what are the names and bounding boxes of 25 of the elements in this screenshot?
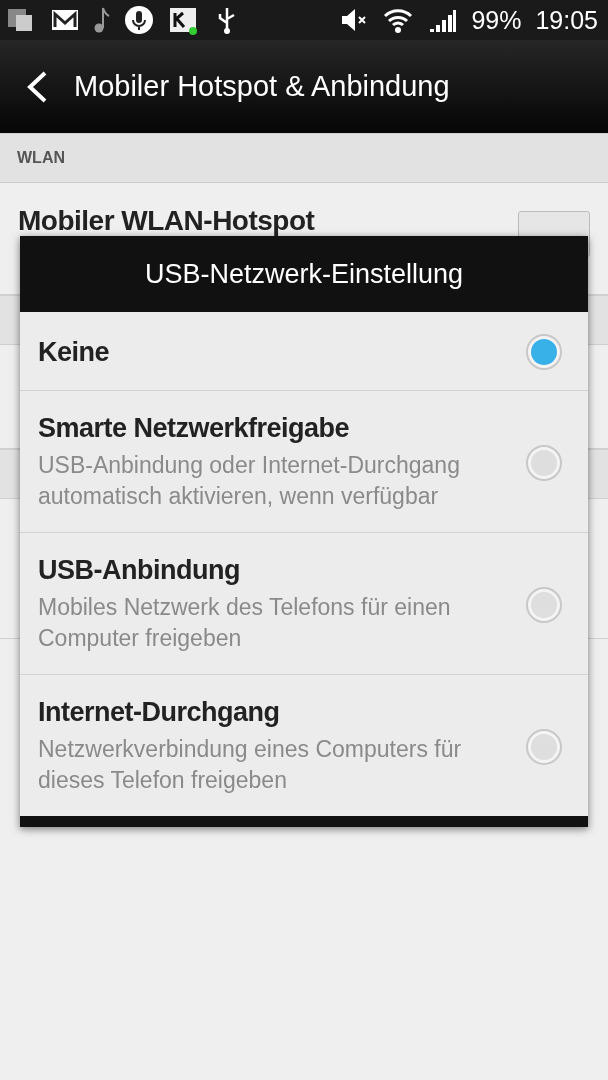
back-icon[interactable] — [26, 69, 48, 104]
radio-button[interactable] — [526, 586, 562, 623]
section-title: WLAN — [17, 149, 65, 167]
option-description: Netzwerkverbindung eines Computers für dieses Telefon freigeben — [38, 735, 463, 795]
dialog-title: USB-Netzwerk-Einstellung — [144, 258, 464, 290]
radio-button[interactable] — [526, 334, 562, 370]
option-title: USB-Anbindung — [38, 555, 241, 586]
option-row[interactable]: USB-Anbindung Mobiles Netzwerk des Telefons für einen Computer freigeben — [20, 533, 588, 675]
music-note-icon — [94, 7, 110, 33]
battery-level: 99% — [471, 5, 522, 35]
option-row[interactable]: Keine — [20, 312, 588, 391]
screen-title: Mobiler Hotspot & Anbindung — [74, 70, 450, 103]
option-title: Internet-Durchgang — [38, 697, 281, 728]
radio-button[interactable] — [526, 728, 562, 765]
option-row[interactable]: Internet-Durchgang Netzwerkverbindung eines Computers für dieses Telefon freigeben — [20, 675, 588, 816]
option-description: USB-Anbindung oder Internet-Durchgang automatisch aktivieren, wenn verfügbar — [38, 451, 461, 511]
app-icon — [168, 5, 198, 35]
microphone-icon — [124, 5, 154, 35]
setting-title: Mobiler WLAN-Hotspot — [18, 205, 316, 237]
option-description: Mobiles Netzwerk des Telefons für einen Computer freigeben — [38, 593, 452, 653]
option-title: Smarte Netzwerkfreigabe — [38, 413, 351, 444]
radio-button[interactable] — [526, 444, 562, 481]
clock: 19:05 — [535, 5, 598, 35]
option-title: Keine — [38, 336, 111, 368]
option-row[interactable]: Smarte Netzwerkfreigabe USB-Anbindung oder Internet-Durchgang automatisch aktivieren, wenn verfügbar — [20, 391, 588, 533]
